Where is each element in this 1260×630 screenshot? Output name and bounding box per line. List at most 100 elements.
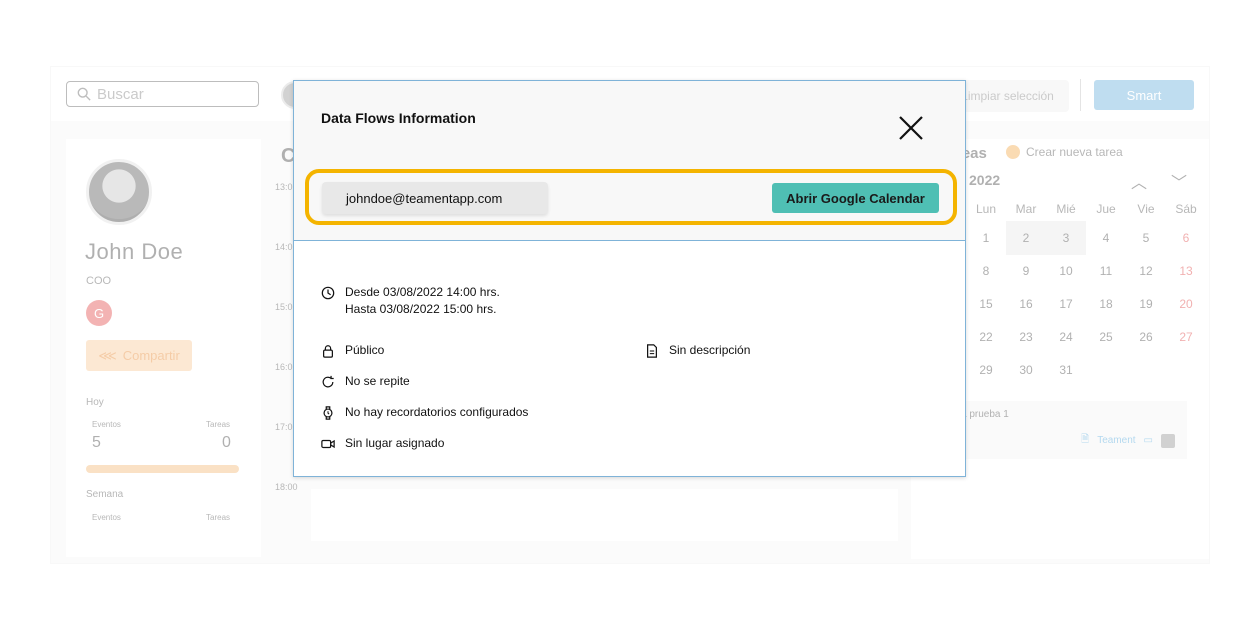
refresh-icon — [322, 375, 334, 388]
calendar-day[interactable]: 10 — [1046, 254, 1086, 288]
today-events-label: Eventos — [92, 420, 121, 429]
weekday-label: Mar — [1015, 202, 1037, 216]
weekday-label: Mié — [1056, 202, 1076, 216]
modal-title: Data Flows Information — [321, 110, 476, 126]
profile-role: COO — [86, 275, 112, 287]
search-icon — [77, 87, 91, 101]
progress-bar — [86, 465, 239, 473]
share-icon: ⋘ — [98, 347, 117, 363]
share-button[interactable]: ⋘ Compartir — [86, 340, 192, 371]
location-row: Sin lugar asignado — [321, 435, 444, 452]
calendar-day[interactable]: 16 — [1006, 287, 1046, 321]
plus-icon — [1006, 145, 1020, 159]
document-icon — [647, 344, 657, 358]
calendar-day[interactable]: 17 — [1046, 287, 1086, 321]
visibility-row: Público — [321, 342, 384, 359]
task-footer: 🗎 Teament ▭ — [1081, 432, 1175, 449]
calendar-day[interactable]: 13 — [1166, 254, 1206, 288]
week-events-label: Eventos — [92, 513, 121, 522]
watch-icon — [323, 406, 333, 420]
time-label: 17:0 — [275, 422, 293, 432]
chevron-down-icon[interactable]: ﹀ — [1171, 169, 1187, 193]
event-modal: Data Flows Information johndoe@teamentap… — [293, 80, 966, 477]
calendar-day[interactable]: 29 — [966, 353, 1006, 387]
reminders-row: No hay recordatorios configurados — [321, 404, 528, 421]
calendar-slot[interactable] — [311, 489, 898, 541]
clock-icon — [321, 286, 335, 300]
event-time-row: Desde 03/08/2022 14:00 hrs. Hasta 03/08/… — [321, 284, 500, 318]
calendar-day[interactable]: 26 — [1126, 320, 1166, 354]
calendar-day[interactable]: 22 — [966, 320, 1006, 354]
calendar-day[interactable]: 19 — [1126, 287, 1166, 321]
calendar-day[interactable]: 5 — [1126, 221, 1166, 255]
event-to: Hasta 03/08/2022 15:00 hrs. — [345, 302, 497, 316]
calendar-day[interactable]: 9 — [1006, 254, 1046, 288]
calendar-day[interactable]: 4 — [1086, 221, 1126, 255]
today-tasks-count: 0 — [222, 434, 231, 451]
calendar-day[interactable]: 30 — [1006, 353, 1046, 387]
reminders-text: No hay recordatorios configurados — [345, 405, 529, 419]
week-label: Semana — [86, 489, 124, 500]
task-tag: Teament — [1097, 435, 1136, 446]
weekday-label: Sáb — [1175, 202, 1197, 216]
calendar-day[interactable]: 27 — [1166, 320, 1206, 354]
calendar-icon: ▭ — [1143, 435, 1153, 446]
open-google-calendar-button[interactable]: Abrir Google Calendar — [772, 183, 939, 213]
repeat-text: No se repite — [345, 374, 410, 388]
today-events-count: 5 — [92, 434, 101, 451]
task-status[interactable] — [1161, 433, 1175, 448]
calendar-day[interactable]: 15 — [966, 287, 1006, 321]
time-label: 13:0 — [275, 182, 293, 192]
calendar-day[interactable]: 2 — [1006, 221, 1046, 255]
time-label: 18:00 — [275, 482, 298, 492]
time-label: 16:0 — [275, 362, 293, 372]
calendar-day[interactable]: 8 — [966, 254, 1006, 288]
calendar-email: johndoe@teamentapp.com — [322, 182, 548, 214]
google-icon[interactable]: G — [86, 300, 112, 326]
task-name: a prueba 1 — [961, 409, 1009, 420]
month-nav: ︿ ﹀ — [1131, 169, 1187, 193]
month-year: 2022 — [969, 172, 1001, 188]
today-label: Hoy — [86, 397, 104, 408]
modal-header: Data Flows Information johndoe@teamentap… — [294, 81, 965, 241]
document-icon: 🗎 — [1081, 434, 1090, 445]
event-from: Desde 03/08/2022 14:00 hrs. — [345, 285, 500, 299]
video-icon — [321, 439, 335, 449]
description-text: Sin descripción — [669, 343, 751, 357]
calendar-day[interactable]: 1 — [966, 221, 1006, 255]
visibility-text: Público — [345, 343, 385, 357]
new-task-button[interactable]: Crear nueva tarea — [1006, 145, 1123, 159]
weekday-label: Lun — [975, 202, 997, 216]
time-label: 14:0 — [275, 242, 293, 252]
calendar-day[interactable]: 3 — [1046, 221, 1086, 255]
smart-button[interactable]: Smart — [1094, 80, 1194, 110]
week-tasks-label: Tareas — [206, 513, 231, 522]
lock-icon — [323, 345, 333, 358]
weekday-label: Vie — [1137, 202, 1155, 216]
search-placeholder: Buscar — [97, 85, 144, 103]
calendar-day[interactable]: 18 — [1086, 287, 1126, 321]
close-icon[interactable] — [897, 114, 925, 142]
description-row: Sin descripción — [645, 342, 750, 359]
today-tasks-label: Tareas — [206, 420, 231, 429]
calendar-day[interactable]: 20 — [1166, 287, 1206, 321]
calendar-day[interactable]: 25 — [1086, 320, 1126, 354]
weekday-label: Jue — [1096, 202, 1116, 216]
avatar — [86, 159, 152, 225]
calendar-day[interactable]: 31 — [1046, 353, 1086, 387]
profile-panel: John Doe COO G ⋘ Compartir Hoy Eventos T… — [66, 139, 261, 557]
share-label: Compartir — [122, 348, 180, 363]
task-card[interactable]: a prueba 1 🗎 Teament ▭ — [941, 401, 1187, 459]
profile-name: John Doe — [85, 239, 184, 264]
search-input[interactable]: Buscar — [66, 81, 259, 107]
time-label: 15:0 — [275, 302, 293, 312]
chevron-up-icon[interactable]: ︿ — [1131, 169, 1147, 193]
calendar-day[interactable]: 24 — [1046, 320, 1086, 354]
calendar-day[interactable]: 12 — [1126, 254, 1166, 288]
divider — [1080, 79, 1081, 111]
calendar-day[interactable]: 11 — [1086, 254, 1126, 288]
new-task-label: Crear nueva tarea — [1026, 145, 1123, 159]
calendar-day[interactable]: 6 — [1166, 221, 1206, 255]
calendar-day[interactable]: 23 — [1006, 320, 1046, 354]
repeat-row: No se repite — [321, 373, 410, 390]
